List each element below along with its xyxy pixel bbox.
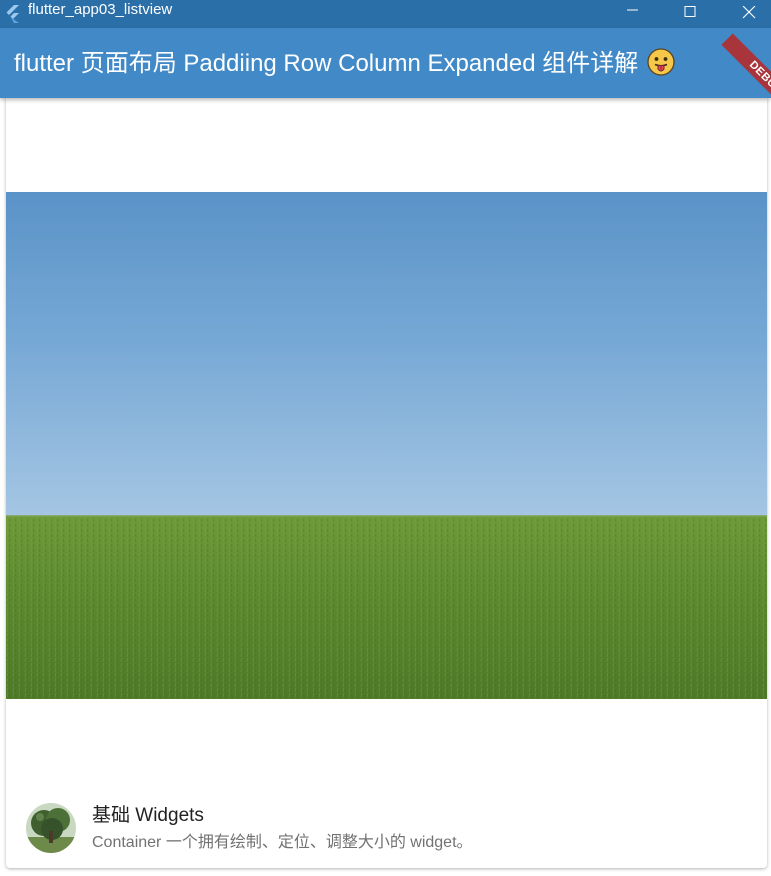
widget-card: 基础 Widgets Container 一个拥有绘制、定位、调整大小的 wid… [6, 98, 767, 868]
maximize-button[interactable] [667, 0, 713, 28]
app-bar: flutter 页面布局 Paddiing Row Column Expande… [0, 28, 771, 98]
close-icon [742, 6, 756, 19]
debug-banner: DEBUG [721, 33, 771, 98]
list-tile[interactable]: 基础 Widgets Container 一个拥有绘制、定位、调整大小的 wid… [6, 792, 767, 862]
minimize-icon [627, 9, 638, 11]
page-title: flutter 页面布局 Paddiing Row Column Expande… [14, 48, 675, 80]
maximize-icon [684, 6, 696, 17]
page-title-text: flutter 页面布局 Paddiing Row Column Expande… [14, 50, 639, 77]
window-title: flutter_app03_listview [28, 1, 173, 18]
tile-title: 基础 Widgets [92, 805, 204, 826]
grass-field-blue-sky-photo [6, 192, 767, 699]
window-titlebar: flutter_app03_listview [0, 0, 771, 28]
face-with-tongue-emoji [647, 48, 675, 76]
close-button[interactable] [726, 0, 771, 28]
minimize-button[interactable] [610, 0, 656, 28]
tree-photo-avatar [26, 803, 76, 853]
flutter-icon [4, 4, 24, 24]
tile-subtitle: Container 一个拥有绘制、定位、调整大小的 widget。 [92, 834, 473, 851]
